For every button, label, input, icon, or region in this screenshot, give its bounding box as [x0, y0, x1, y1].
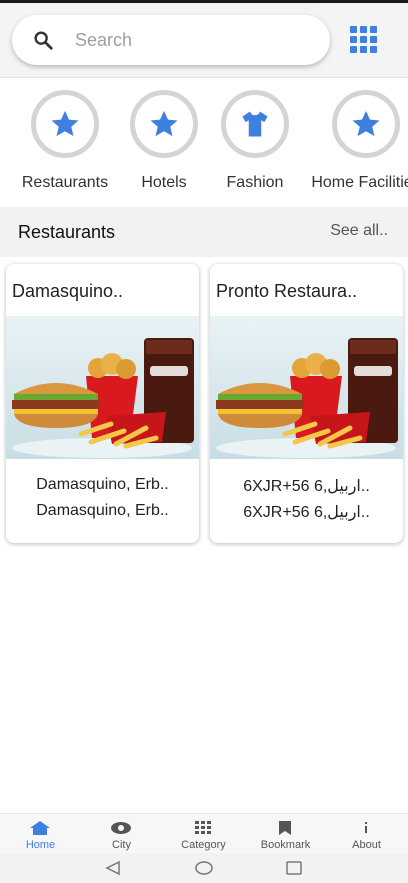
category-icon-circle: [130, 90, 198, 158]
home-circle-icon[interactable]: [194, 860, 214, 876]
nav-label: Category: [181, 839, 226, 851]
section-header: Restaurants See all..: [0, 207, 408, 257]
category-restaurants[interactable]: Restaurants: [10, 90, 120, 192]
category-label: Home Facilities: [311, 174, 408, 191]
section-title: Restaurants: [18, 222, 116, 242]
meal-image: [210, 316, 403, 459]
category-fashion[interactable]: Fashion: [200, 90, 310, 192]
info-icon: [365, 822, 367, 833]
restaurant-address-line: 6XJR+56 6,اربيل..: [243, 478, 370, 495]
restaurant-card[interactable]: Damasquino.. Damasquino, Erb.. Damasquin…: [6, 264, 199, 543]
restaurant-name: Pronto Restaura..: [216, 281, 358, 301]
nav-bookmark[interactable]: Bookmark: [245, 814, 326, 854]
eye-icon: [111, 822, 131, 834]
search-icon: [34, 31, 53, 50]
restaurant-address-line: Damasquino, Erb..: [36, 502, 169, 519]
search-bar[interactable]: Search: [12, 15, 330, 65]
home-icon: [30, 821, 50, 835]
nav-label: Home: [25, 839, 56, 851]
app-header: Search: [0, 3, 408, 78]
star-icon: [352, 110, 380, 137]
category-label: Fashion: [226, 174, 284, 191]
nav-home[interactable]: Home: [0, 814, 81, 854]
star-icon: [150, 110, 178, 137]
category-strip: Restaurants Hotels Fashion Home Faciliti…: [0, 80, 408, 206]
back-icon[interactable]: [104, 860, 122, 876]
grid-icon: [195, 821, 211, 834]
restaurant-name: Damasquino..: [12, 281, 124, 301]
nav-label: Bookmark: [260, 839, 311, 851]
category-icon-circle: [332, 90, 400, 158]
search-input[interactable]: Search: [75, 30, 132, 51]
recents-icon[interactable]: [285, 860, 303, 876]
shirt-icon: [242, 111, 268, 137]
category-icon-circle: [31, 90, 99, 158]
nav-about[interactable]: About: [326, 814, 407, 854]
restaurant-card[interactable]: Pronto Restaura.. 6XJR+56 6,اربيل.. 6XJR…: [210, 264, 403, 543]
bookmark-icon: [279, 821, 291, 835]
category-home-facilities[interactable]: Home Facilities: [311, 90, 408, 192]
nav-city[interactable]: City: [81, 814, 162, 854]
nav-category[interactable]: Category: [163, 814, 244, 854]
system-navigation-bar: [0, 853, 408, 883]
meal-image: [6, 316, 199, 459]
bottom-navigation: Home City Category Bookmark About: [0, 813, 408, 853]
restaurant-address-line: 6XJR+56 6,اربيل..: [243, 504, 370, 521]
star-icon: [51, 110, 79, 137]
see-all-link[interactable]: See all..: [330, 222, 388, 240]
restaurant-address-line: Damasquino, Erb..: [36, 476, 169, 493]
nav-label: About: [352, 839, 381, 851]
category-label: Restaurants: [21, 174, 109, 191]
apps-grid-button[interactable]: [350, 26, 378, 54]
category-icon-circle: [221, 90, 289, 158]
nav-label: City: [112, 839, 131, 851]
